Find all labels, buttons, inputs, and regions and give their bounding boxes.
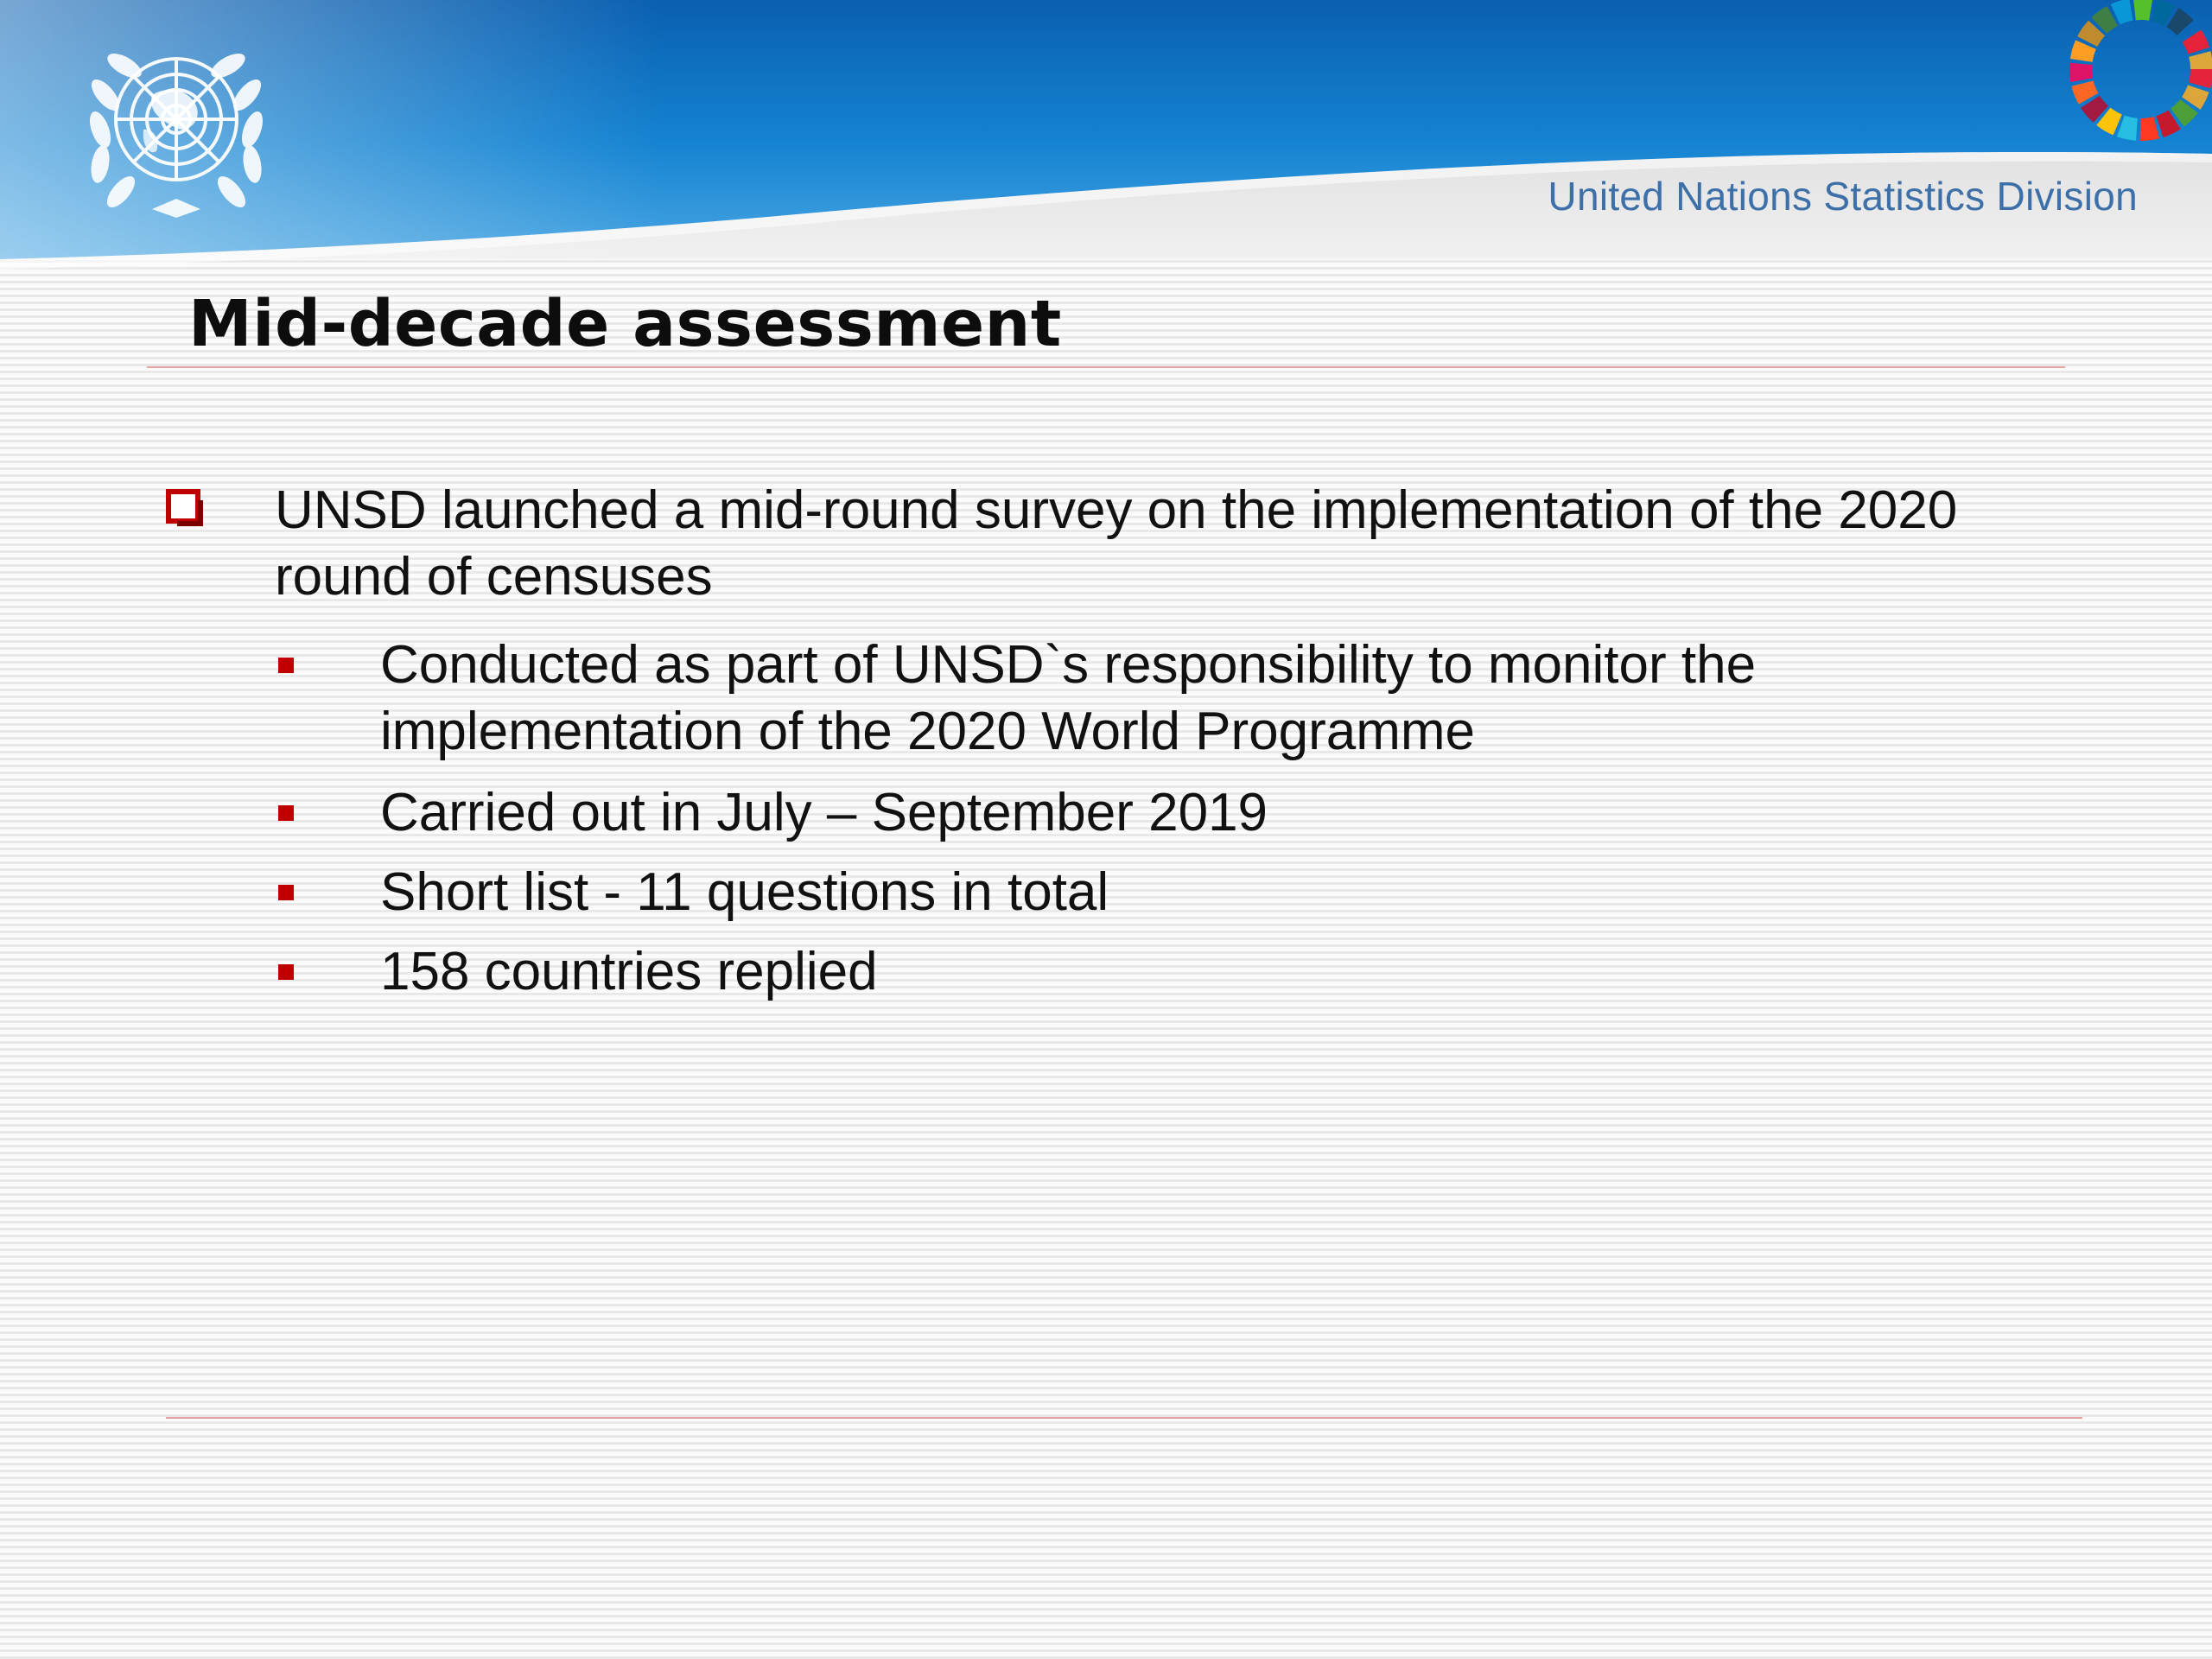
sub-bullet-text: Carried out in July – September 2019 xyxy=(380,783,1268,842)
bullet-main-text: UNSD launched a mid-round survey on the … xyxy=(275,480,1958,607)
sub-bullet-text: 158 countries replied xyxy=(380,942,878,1001)
sub-bullet-square-icon xyxy=(278,964,294,980)
sub-bullet-square-icon xyxy=(278,658,294,673)
sub-bullet-square-icon xyxy=(278,885,294,900)
slide-content: UNSD launched a mid-round survey on the … xyxy=(0,0,2212,1659)
sub-bullet-text: Conducted as part of UNSD`s responsibili… xyxy=(380,635,1757,761)
slide: United Nations Statistics Division Mid-d… xyxy=(0,0,2212,1659)
hollow-square-bullet-icon xyxy=(166,489,203,526)
sub-bullet-square-icon xyxy=(278,805,294,821)
footer-divider xyxy=(166,1417,2082,1419)
sub-bullet-text: Short list - 11 questions in total xyxy=(380,862,1109,922)
